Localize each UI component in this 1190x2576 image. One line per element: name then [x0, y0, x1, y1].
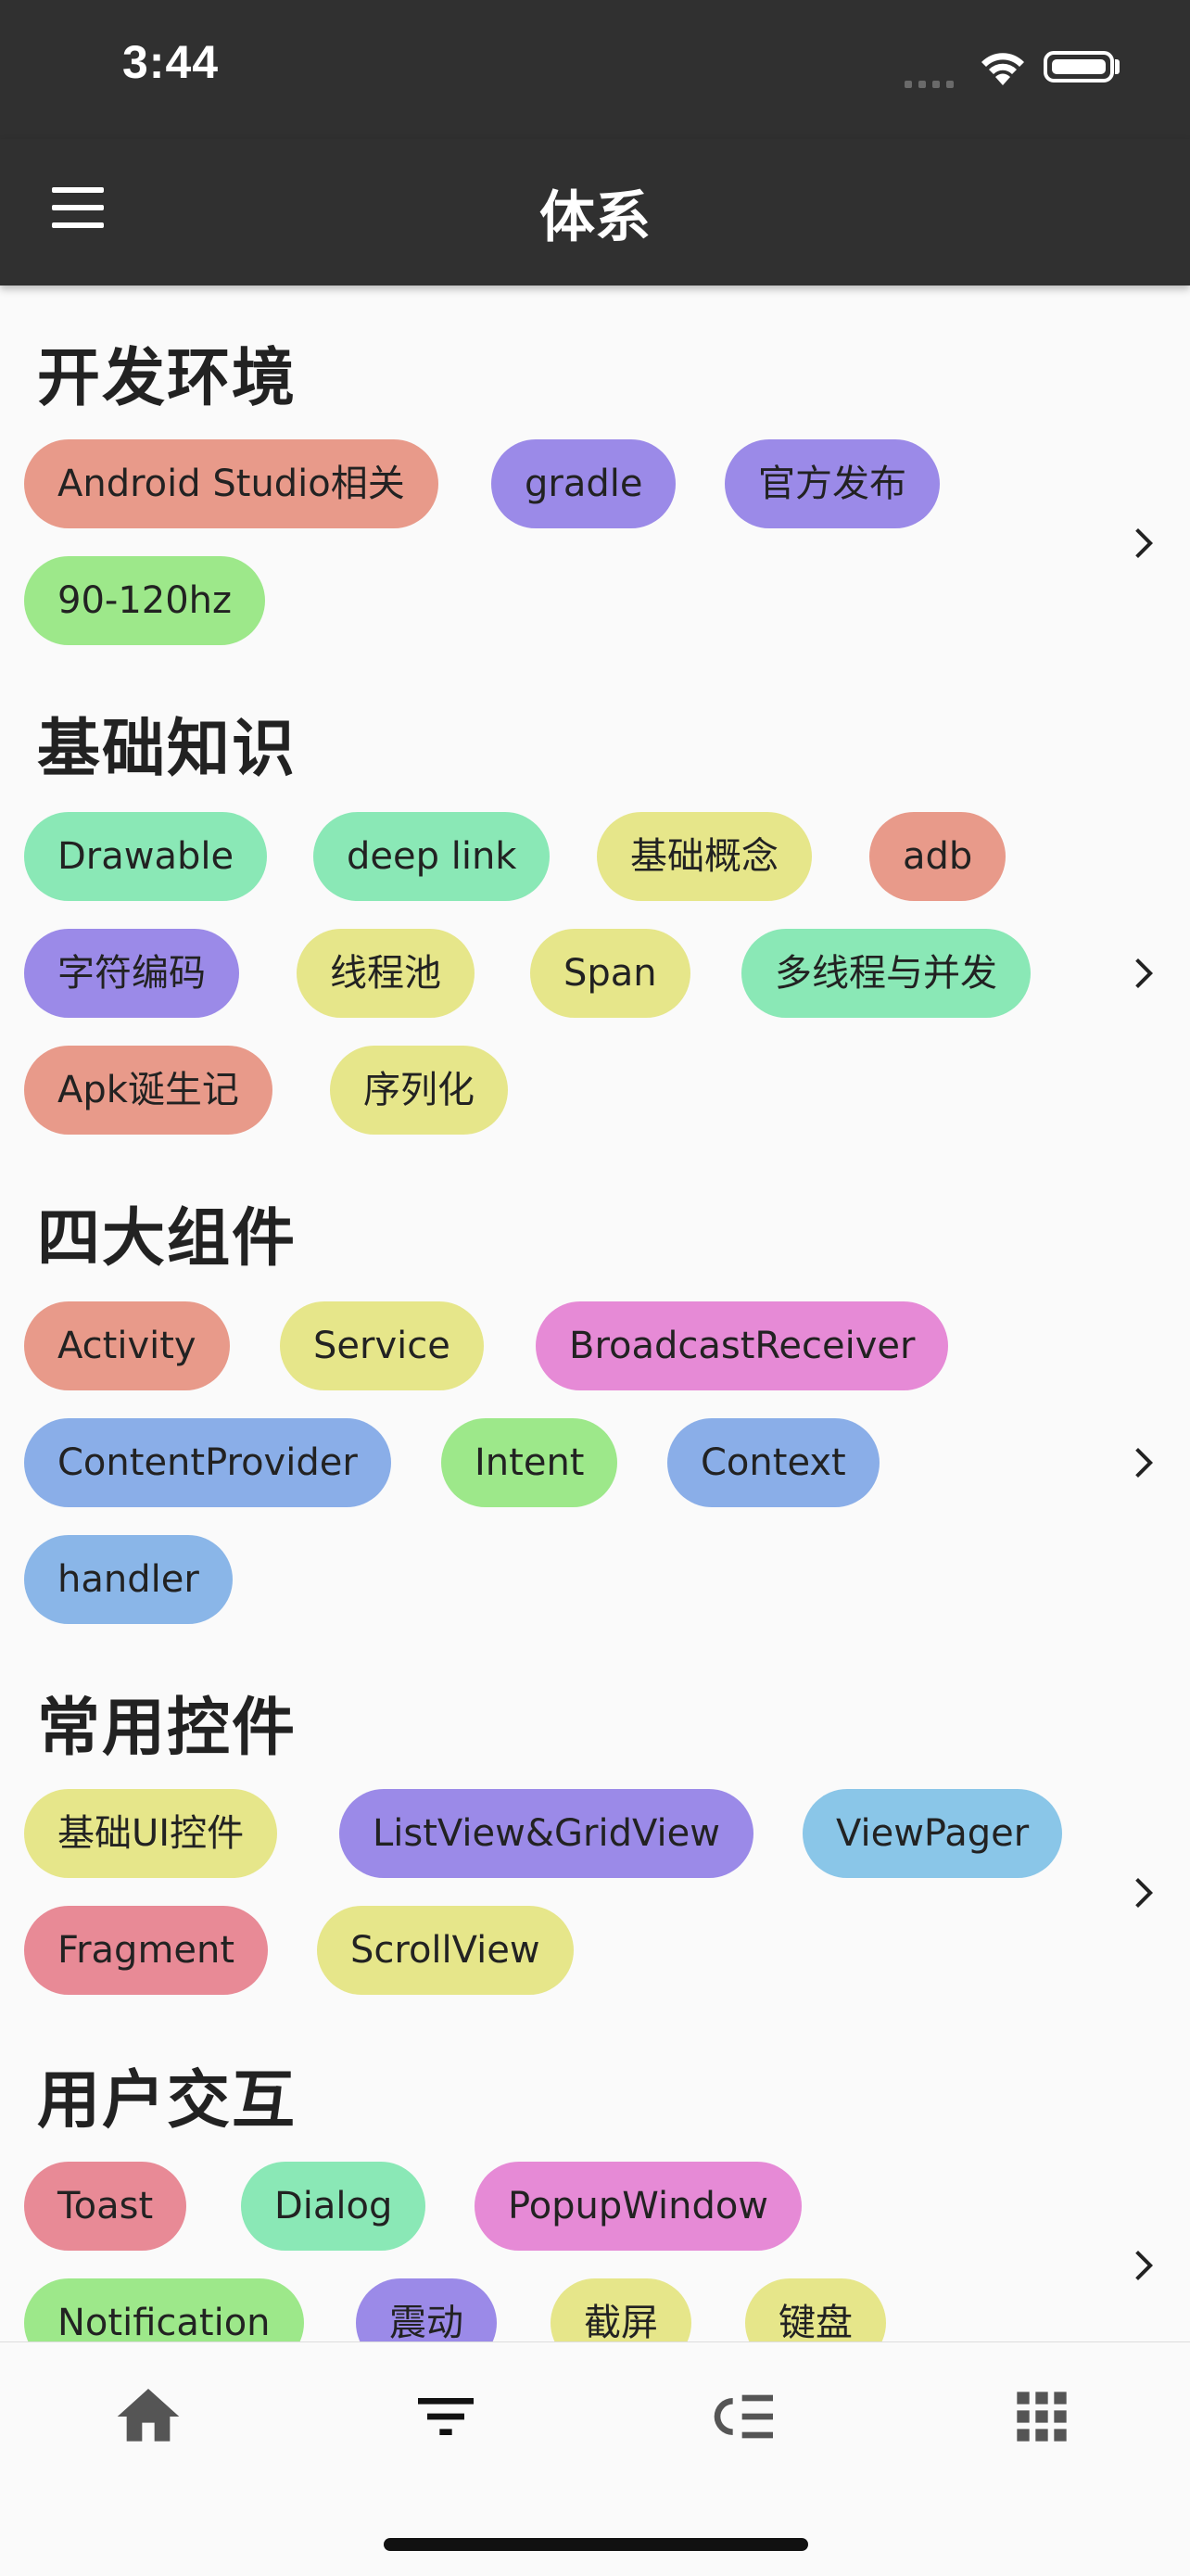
battery-icon	[1044, 51, 1114, 82]
app-bar: 体系	[0, 139, 1190, 286]
system-list[interactable]: 开发环境 Android Studio相关 gradle 官方发布 90-120…	[0, 286, 1190, 2341]
filter-list-icon[interactable]	[409, 2379, 483, 2454]
status-time: 3:44	[122, 36, 220, 88]
tag-chip[interactable]: Drawable	[24, 812, 268, 901]
chevron-right-icon[interactable]	[1120, 1440, 1164, 1485]
tag-chip[interactable]: 基础UI控件	[24, 1789, 278, 1878]
tag-chip[interactable]: Dialog	[241, 2162, 426, 2251]
tag-chip[interactable]: 官方发布	[725, 439, 940, 528]
apps-grid-icon[interactable]	[1005, 2379, 1079, 2454]
section-title: 四大组件	[37, 1202, 298, 1275]
chevron-right-icon[interactable]	[1120, 1871, 1164, 1915]
cellular-signal-icon	[905, 74, 960, 92]
section-title: 用户交互	[37, 2064, 298, 2138]
tag-chip[interactable]: 截屏	[551, 2278, 691, 2341]
section-card[interactable]: 四大组件 Activity Service BroadcastReceiver …	[0, 1146, 1190, 1628]
chevron-right-icon[interactable]	[1120, 2243, 1164, 2288]
status-bar: 3:44	[0, 0, 1190, 139]
section-title: 基础知识	[37, 713, 298, 786]
wifi-icon	[981, 53, 1024, 85]
section-card[interactable]: 用户交互 Toast Dialog PopupWindow Notificati…	[0, 2008, 1190, 2341]
tag-chip[interactable]: 键盘	[745, 2278, 886, 2341]
page-title: 体系	[539, 185, 651, 250]
section-title: 常用控件	[37, 1692, 298, 1765]
tag-chip[interactable]: deep link	[313, 812, 551, 901]
tag-chip[interactable]: ScrollView	[317, 1906, 574, 1995]
tag-chip[interactable]: Span	[530, 929, 690, 1018]
section-title: 开发环境	[37, 342, 298, 415]
tag-chip[interactable]: PopupWindow	[475, 2162, 803, 2251]
tag-chip[interactable]: 90-120hz	[24, 556, 266, 645]
tag-chip[interactable]: Context	[667, 1418, 880, 1507]
home-icon[interactable]	[111, 2379, 185, 2454]
chevron-right-icon[interactable]	[1120, 951, 1164, 996]
section-card[interactable]: 基础知识 Drawable deep link 基础概念 adb 字符编码 线程…	[0, 656, 1190, 1138]
tag-chip[interactable]: 序列化	[330, 1046, 508, 1135]
tag-chip[interactable]: 字符编码	[24, 929, 239, 1018]
tag-chip[interactable]: gradle	[491, 439, 677, 528]
tag-chip[interactable]: Intent	[441, 1418, 618, 1507]
tag-chip[interactable]: Toast	[24, 2162, 187, 2251]
tag-chip[interactable]: Apk诞生记	[24, 1046, 272, 1135]
tag-chip[interactable]: 多线程与并发	[741, 929, 1031, 1018]
tag-chip[interactable]: ListView&GridView	[339, 1789, 753, 1878]
chevron-right-icon[interactable]	[1120, 521, 1164, 565]
home-indicator	[384, 2538, 808, 2551]
tag-chip[interactable]: Android Studio相关	[24, 439, 438, 528]
format-list-icon[interactable]	[708, 2379, 782, 2454]
tag-chip[interactable]: adb	[869, 812, 1006, 901]
tag-chip[interactable]: handler	[24, 1535, 233, 1624]
battery-tip	[1115, 59, 1120, 74]
section-card[interactable]: 开发环境 Android Studio相关 gradle 官方发布 90-120…	[0, 286, 1190, 649]
tag-chip[interactable]: ViewPager	[803, 1789, 1063, 1878]
tag-chip[interactable]: ContentProvider	[24, 1418, 391, 1507]
tag-chip[interactable]: 线程池	[297, 929, 475, 1018]
tag-chip[interactable]: 震动	[356, 2278, 497, 2341]
tag-chip[interactable]: Activity	[24, 1301, 230, 1390]
tag-chip[interactable]: BroadcastReceiver	[536, 1301, 949, 1390]
tag-chip[interactable]: Fragment	[24, 1906, 269, 1995]
tag-chip[interactable]: Service	[280, 1301, 484, 1390]
section-card[interactable]: 常用控件 基础UI控件 ListView&GridView ViewPager …	[0, 1635, 1190, 1999]
tag-chip[interactable]: 基础概念	[597, 812, 812, 901]
tag-chip[interactable]: Notification	[24, 2278, 304, 2341]
